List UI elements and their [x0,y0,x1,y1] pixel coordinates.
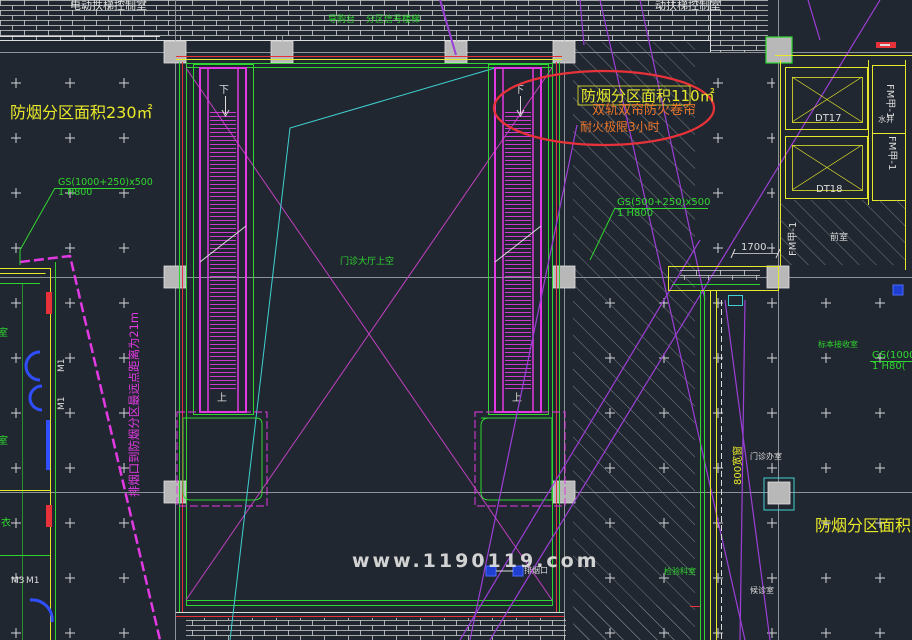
escalator-up-label: 上 [217,392,227,404]
door-label-m1: M1 [57,359,67,373]
window-dimension-label: 800宽窗 [731,446,744,485]
room-fragment: 室 [0,434,8,447]
atrium-label: 门诊大厅上空 [340,255,394,267]
svg-text:GS(500+250)x500: GS(500+250)x500 [617,197,710,208]
escalator-down-label: 下 [219,85,229,96]
lobby-label: 前室 [830,231,848,243]
fire-door-label: FM甲-1 [884,84,895,118]
cad-drawing-viewport[interactable]: 门诊大厅上空 下 上 下 上 排烟口到防烟分区最远点距离为21m 防烟分区面积2… [0,0,912,640]
watermark: www.1190119.com [352,550,600,572]
room-label-office: 门诊办室 [750,451,782,461]
exhaust-vent-marker [892,284,904,296]
smoke-zone-label-right: 防烟分区面积140㎡ [815,516,912,535]
room-label-specimen: 标本接收室 [818,339,858,349]
room-fragment: 衣 [1,516,11,529]
escalator-pits [176,411,566,507]
fire-shutter-rating: 耐火极限3小时 [580,120,660,134]
fire-door-label: FM甲-1 [788,222,799,256]
svg-text:1 H800: 1 H800 [617,208,653,219]
guide-desk-label: 导购台 [328,13,355,25]
door-label-m1: M1 [57,397,67,411]
elevator-label-dt18: DT18 [816,184,843,195]
svg-text:1700: 1700 [741,242,766,253]
door-label-m1: M1 [26,576,40,586]
column [765,36,793,64]
column [767,481,791,505]
bottom-wall-hatch [186,618,566,640]
smoke-zone-label-left: 防烟分区面积230㎡ [10,103,153,122]
svg-text:GS(1000: GS(1000 [872,350,912,361]
signal-label: 分区信号楼梯 [366,13,420,25]
room-label-lab: 检验科室 [664,566,696,576]
svg-text:1 H80(: 1 H80( [872,361,906,372]
fire-door-label: FM甲-1 [886,136,897,170]
top-room-label-left: 电动扶梯控制室 [70,0,147,12]
exhaust-distance-label: 排烟口到防烟分区最远点距离为21m [127,312,141,497]
top-room-label-right: 动扶梯控制室 [655,0,721,12]
elevator-label-dt17: DT17 [815,113,842,124]
door-label-m3: M3 [11,576,25,586]
room-fragment: 室 [0,326,8,339]
fire-shutter-type: 双轨双帘防火卷帘 [592,102,696,118]
room-label-waiting: 候诊室 [750,585,774,595]
escalator-left [193,64,254,415]
